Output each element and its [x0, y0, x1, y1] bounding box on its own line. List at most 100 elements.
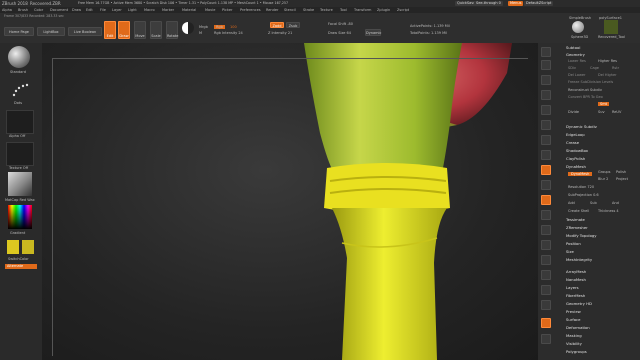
menu-macro[interactable]: Macro	[144, 8, 155, 12]
stroke-dots-icon[interactable]	[10, 80, 30, 100]
dynamesh-header[interactable]: DynaMesh	[566, 164, 586, 169]
draw-size-slider[interactable]: Draw Size 64	[328, 31, 351, 35]
xyz-button[interactable]	[541, 195, 551, 205]
xpose-button[interactable]	[541, 334, 551, 344]
layers-header[interactable]: Layers	[566, 285, 579, 290]
move-dock-button[interactable]	[541, 225, 551, 235]
modify-topology-header[interactable]: Modify Topology	[566, 233, 597, 238]
ghost-button[interactable]	[541, 300, 551, 310]
default-zscript-button[interactable]: DefaultZScript	[524, 1, 554, 6]
see-through-slider[interactable]: See-through 0	[474, 1, 503, 6]
texture-slot[interactable]	[6, 142, 34, 166]
sphere3d-thumbnail[interactable]	[572, 21, 584, 33]
material-sphere-icon[interactable]	[182, 22, 194, 34]
project-toggle[interactable]: Project	[616, 177, 628, 181]
subtool-header[interactable]: Subtool	[566, 45, 580, 50]
menu-marker[interactable]: Marker	[162, 8, 174, 12]
menu-alpha[interactable]: Alpha	[2, 8, 12, 12]
zsub-button[interactable]: Zsub	[286, 22, 300, 28]
preview-header[interactable]: Preview	[566, 309, 581, 314]
color-picker[interactable]	[8, 205, 32, 229]
persp-button[interactable]	[541, 135, 551, 145]
subprojection-slider[interactable]: SubProjection 0.6	[568, 193, 599, 197]
bpr-button[interactable]	[541, 47, 551, 57]
suv-toggle[interactable]: Suv	[598, 110, 605, 114]
mrgb-toggle[interactable]: Mrgb	[199, 25, 208, 29]
deformation-header[interactable]: Deformation	[566, 325, 590, 330]
dynamic-subdiv-header[interactable]: Dynamic Subdiv	[566, 124, 597, 129]
local-button[interactable]	[541, 165, 551, 175]
rotate-button[interactable]: Rotate	[166, 21, 178, 39]
move-button[interactable]: Move	[134, 21, 146, 39]
fibermesh-header[interactable]: FiberMesh	[566, 293, 585, 298]
main-color-swatch[interactable]	[7, 240, 19, 254]
size-header[interactable]: Size	[566, 249, 574, 254]
actual-button[interactable]	[541, 105, 551, 115]
secondary-color-swatch[interactable]	[22, 240, 34, 254]
menu-material[interactable]: Material	[182, 8, 196, 12]
menu-render[interactable]: Render	[266, 8, 278, 12]
dynamesh-button[interactable]: DynaMesh	[568, 172, 593, 176]
del-higher-button[interactable]: Del Higher	[598, 73, 617, 77]
thickness-slider[interactable]: Thickness 4	[598, 209, 619, 213]
spix-button[interactable]	[541, 60, 551, 70]
zoom-button[interactable]	[541, 90, 551, 100]
rgb-intensity-slider[interactable]: Rgb Intensity 24	[214, 31, 243, 35]
edgeloop-header[interactable]: EdgeLoop	[566, 132, 585, 137]
menu-zscript[interactable]: Zscript	[397, 8, 409, 12]
floor-button[interactable]	[541, 150, 551, 160]
divide-button[interactable]: Divide	[568, 110, 579, 114]
lightbox-button[interactable]: LightBox	[37, 27, 65, 36]
smt-toggle[interactable]: Smt	[598, 102, 610, 106]
menu-color[interactable]: Color	[34, 8, 43, 12]
claypolish-header[interactable]: ClayPolish	[566, 156, 585, 161]
and-button[interactable]: And	[612, 201, 619, 205]
surface-header[interactable]: Surface	[566, 317, 580, 322]
brush-preview[interactable]	[8, 46, 30, 68]
alpha-slot[interactable]	[6, 110, 34, 134]
reuv-toggle[interactable]: ReUV	[612, 110, 621, 114]
edit-button[interactable]: Edit	[104, 21, 116, 39]
menu-zplugin[interactable]: Zplugin	[377, 8, 390, 12]
material-slot[interactable]	[8, 172, 32, 196]
menus-button[interactable]: Menus	[508, 1, 524, 6]
geometry-hd-header[interactable]: Geometry HD	[566, 301, 592, 306]
menu-texture[interactable]: Texture	[320, 8, 333, 12]
resolution-slider[interactable]: Resolution 720	[568, 185, 594, 189]
scale-dock-button[interactable]	[541, 240, 551, 250]
menu-stencil[interactable]: Stencil	[284, 8, 296, 12]
menu-document[interactable]: Document	[50, 8, 68, 12]
solo-button[interactable]	[541, 318, 551, 328]
aahalf-button[interactable]	[541, 120, 551, 130]
menu-stroke[interactable]: Stroke	[303, 8, 314, 12]
menu-edit[interactable]: Edit	[86, 8, 93, 12]
polyf-button[interactable]	[541, 270, 551, 280]
rgb-toggle[interactable]: Rgb	[214, 25, 225, 29]
zremesher-header[interactable]: ZRemesher	[566, 225, 588, 230]
menu-picker[interactable]: Picker	[222, 8, 232, 12]
focal-shift-slider[interactable]: Focal Shift -80	[328, 22, 353, 26]
z-intensity-slider[interactable]: Z Intensity 21	[268, 31, 292, 35]
meshintegrity-header[interactable]: MeshIntegrity	[566, 257, 592, 262]
polygroups-header[interactable]: Polygroups	[566, 349, 587, 354]
position-header[interactable]: Position	[566, 241, 581, 246]
live-boolean-button[interactable]: Live Boolean	[68, 27, 102, 36]
reconstruct-subdiv-button[interactable]: Reconstruct Subdiv	[568, 88, 602, 92]
sub-button[interactable]: Sub	[590, 201, 597, 205]
crease-header[interactable]: Crease	[566, 140, 579, 145]
rstr-button[interactable]: Rstr	[612, 66, 619, 70]
menu-transform[interactable]: Transform	[354, 8, 371, 12]
rotate-dock-button[interactable]	[541, 255, 551, 265]
visibility-header[interactable]: Visibility	[566, 341, 582, 346]
sdiv-slider[interactable]: SDiv	[568, 66, 576, 70]
menu-file[interactable]: File	[100, 8, 106, 12]
switch-color-button[interactable]: SwitchColor	[8, 257, 29, 261]
m-toggle[interactable]: M	[199, 31, 202, 35]
scale-button[interactable]: Scale	[150, 21, 162, 39]
menu-preferences[interactable]: Preferences	[240, 8, 261, 12]
scroll-button[interactable]	[541, 75, 551, 85]
del-lower-button[interactable]: Del Lower	[568, 73, 585, 77]
tessimate-header[interactable]: Tessimate	[566, 217, 585, 222]
cage-button[interactable]: Cage	[590, 66, 599, 70]
blur-slider[interactable]: Blur 2	[598, 177, 608, 181]
